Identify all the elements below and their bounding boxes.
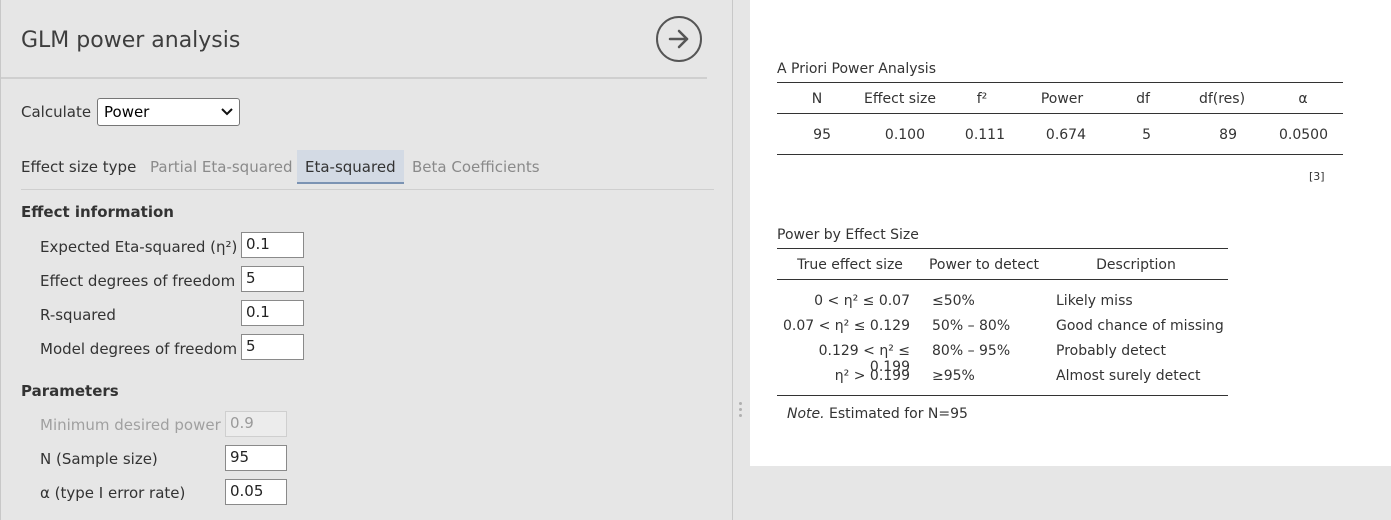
- power-range-cell: ≤50%: [932, 293, 975, 309]
- calculate-select-value: Power: [104, 103, 150, 121]
- power-by-effect-header-rule: [777, 279, 1228, 280]
- effect-range-cell: 0 < η² ≤ 0.07: [814, 293, 910, 309]
- description-cell: Likely miss: [1056, 293, 1133, 309]
- table-note: Note. Estimated for N=95: [787, 406, 968, 422]
- power-range-cell: ≥95%: [932, 368, 975, 384]
- description-cell: Almost surely detect: [1056, 368, 1201, 384]
- apriori-cell-power: 0.674: [1045, 127, 1086, 143]
- note-text: Estimated for N=95: [824, 406, 968, 422]
- chevron-down-icon: [221, 108, 233, 116]
- apriori-cell-alpha: 0.0500: [1279, 127, 1328, 143]
- apriori-col-effect-size: Effect size: [864, 91, 936, 107]
- apriori-cell-df-res: 89: [1219, 127, 1237, 143]
- effect-df-label: Effect degrees of freedom: [40, 272, 236, 290]
- apriori-col-power: Power: [1040, 91, 1084, 107]
- apriori-cell-n: 95: [813, 127, 831, 143]
- apriori-top-rule: [777, 82, 1343, 83]
- col-power-to-detect: Power to detect: [928, 257, 1040, 273]
- tab-partial-eta-squared[interactable]: Partial Eta-squared: [142, 150, 301, 184]
- apriori-col-n: N: [811, 91, 823, 107]
- model-df-label: Model degrees of freedom: [40, 340, 238, 358]
- description-cell: Probably detect: [1056, 343, 1166, 359]
- power-by-effect-bottom-rule: [777, 395, 1228, 396]
- sample-size-input[interactable]: 95: [225, 445, 287, 471]
- reference-marker[interactable]: [3]: [1309, 170, 1325, 183]
- apriori-col-df: df: [1136, 91, 1150, 107]
- note-prefix: Note.: [787, 406, 825, 422]
- apriori-cell-effect-size: 0.100: [884, 127, 925, 143]
- power-range-cell: 80% – 95%: [932, 343, 1011, 359]
- calculate-select[interactable]: Power: [97, 98, 240, 126]
- apriori-bottom-rule: [777, 154, 1343, 155]
- col-true-effect-size: True effect size: [797, 257, 903, 273]
- title-divider: [1, 77, 707, 79]
- results-panel: A Priori Power Analysis N Effect size f²…: [750, 0, 1391, 466]
- effect-range-cell: η² > 0.199: [834, 368, 910, 384]
- effect-size-type-label: Effect size type: [21, 158, 137, 176]
- alpha-input[interactable]: 0.05: [225, 479, 287, 505]
- apriori-header-rule: [777, 113, 1343, 114]
- apriori-col-df-res: df(res): [1198, 91, 1246, 107]
- r-squared-label: R-squared: [40, 306, 116, 324]
- power-range-cell: 50% – 80%: [932, 318, 1011, 334]
- effect-information-heading: Effect information: [21, 203, 174, 221]
- apriori-table-title: A Priori Power Analysis: [777, 61, 936, 77]
- run-arrow-button[interactable]: [656, 16, 702, 62]
- min-desired-power-input: 0.9: [225, 411, 287, 437]
- description-cell: Good chance of missing: [1056, 318, 1224, 334]
- options-panel: GLM power analysis Calculate Power Effec…: [0, 0, 732, 520]
- parameters-heading: Parameters: [21, 382, 119, 400]
- apriori-cell-f2: 0.111: [964, 127, 1005, 143]
- model-df-input[interactable]: 5: [241, 334, 304, 360]
- effect-df-input[interactable]: 5: [241, 266, 304, 292]
- r-squared-input[interactable]: 0.1: [241, 300, 304, 326]
- expected-eta-squared-input[interactable]: 0.1: [241, 232, 304, 258]
- expected-eta-squared-label: Expected Eta-squared (η²): [40, 238, 238, 256]
- apriori-cell-df: 5: [1142, 127, 1151, 143]
- apriori-col-f2: f²: [976, 91, 988, 107]
- tab-eta-squared[interactable]: Eta-squared: [297, 150, 404, 184]
- apriori-col-alpha: α: [1298, 91, 1308, 107]
- min-desired-power-label: Minimum desired power: [40, 416, 221, 434]
- panel-splitter[interactable]: [732, 0, 750, 520]
- tabs-divider: [21, 189, 714, 190]
- tab-beta-coefficients[interactable]: Beta Coefficients: [404, 150, 548, 184]
- col-description: Description: [1096, 257, 1176, 273]
- arrow-right-icon: [668, 29, 689, 49]
- calculate-label: Calculate: [21, 103, 92, 121]
- alpha-label: α (type I error rate): [40, 484, 186, 502]
- sample-size-label: N (Sample size): [40, 450, 158, 468]
- splitter-grip-icon[interactable]: [739, 402, 743, 422]
- page-title: GLM power analysis: [21, 28, 241, 53]
- power-by-effect-title: Power by Effect Size: [777, 227, 919, 243]
- effect-range-cell: 0.07 < η² ≤ 0.129: [783, 318, 910, 334]
- power-by-effect-top-rule: [777, 248, 1228, 249]
